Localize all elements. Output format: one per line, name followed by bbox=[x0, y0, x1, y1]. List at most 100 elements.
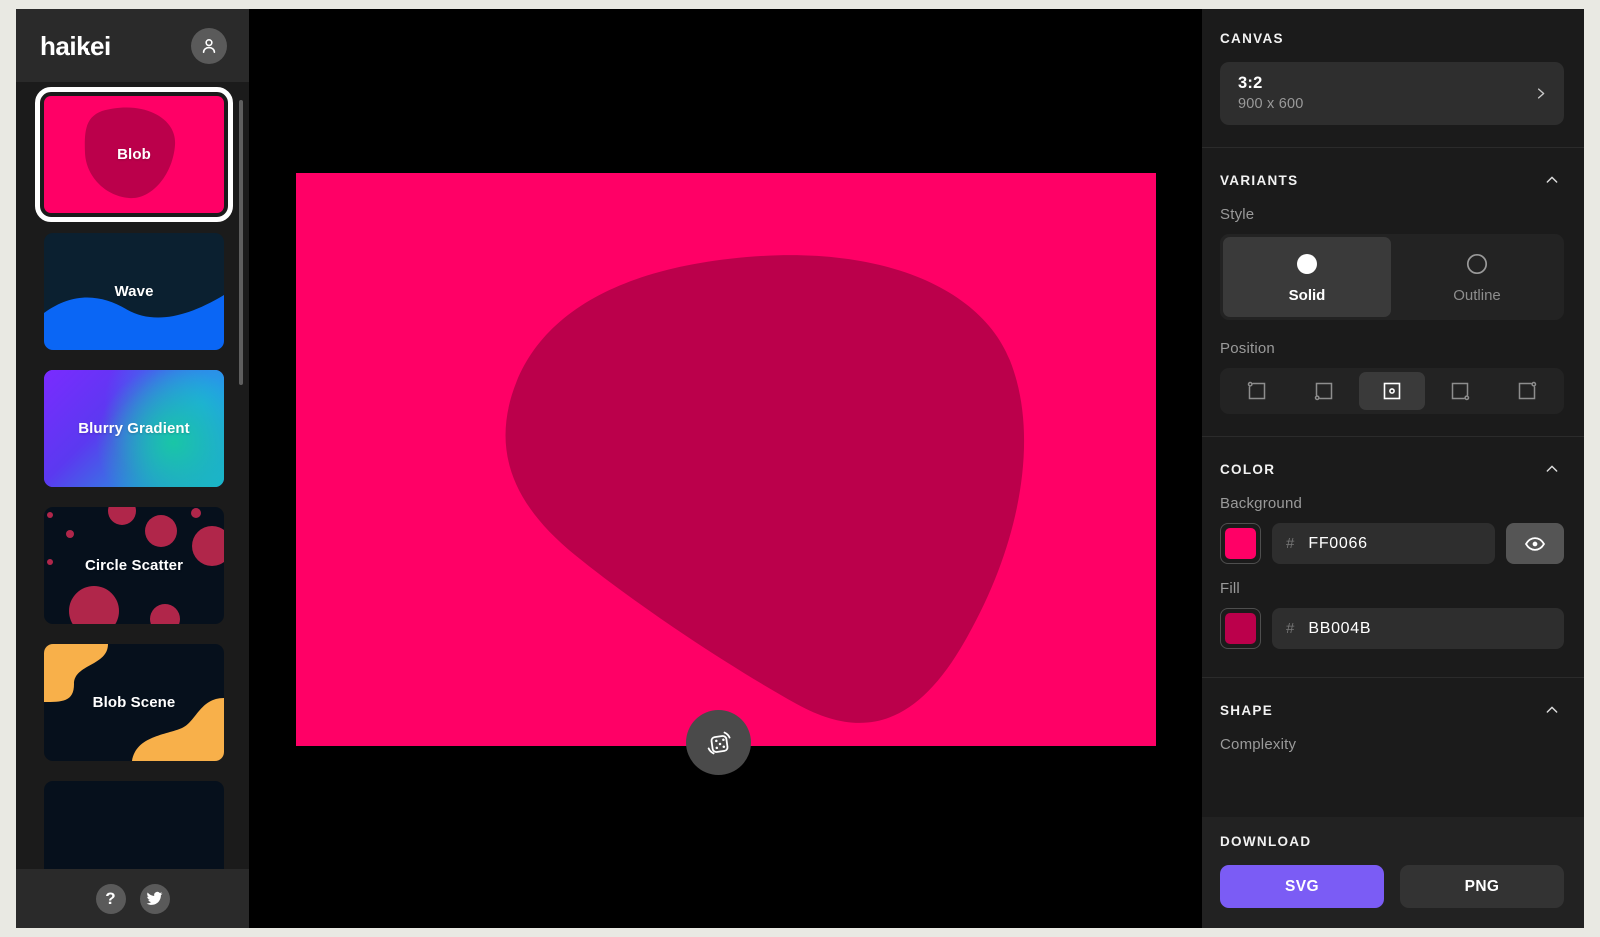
fill-color-label: Fill bbox=[1220, 580, 1564, 597]
sidebar-item-circle-scatter[interactable]: Circle Scatter bbox=[44, 507, 224, 624]
sidebar-item-wave[interactable]: Wave bbox=[44, 233, 224, 350]
chevron-up-icon bbox=[1544, 172, 1560, 188]
download-svg-button[interactable]: SVG bbox=[1220, 865, 1384, 908]
section-color: COLOR Background # FF0066 bbox=[1202, 437, 1584, 678]
shape-collapse-button[interactable] bbox=[1540, 700, 1564, 720]
avatar[interactable] bbox=[191, 28, 227, 64]
background-color-row: # FF0066 bbox=[1220, 523, 1564, 564]
background-color-label: Background bbox=[1220, 495, 1564, 512]
position-label: Position bbox=[1220, 340, 1564, 357]
canvas-ratio-selector[interactable]: 3:2 900 x 600 bbox=[1220, 62, 1564, 125]
section-title: SHAPE bbox=[1220, 703, 1273, 718]
background-swatch-fill bbox=[1225, 528, 1256, 559]
position-center-icon bbox=[1380, 379, 1404, 403]
section-title: CANVAS bbox=[1220, 31, 1284, 46]
position-top-right-icon bbox=[1515, 379, 1539, 403]
dice-randomize-icon bbox=[703, 727, 735, 759]
blob-preview-svg bbox=[296, 173, 1156, 746]
logo-i-dot bbox=[85, 48, 88, 54]
properties-scroll[interactable]: CANVAS 3:2 900 x 600 VARIANTS bbox=[1202, 9, 1584, 928]
randomize-button[interactable] bbox=[686, 710, 751, 775]
blob-thumbnail-art bbox=[44, 96, 224, 213]
chevron-up-icon bbox=[1544, 461, 1560, 477]
canvas-section-header: CANVAS bbox=[1220, 31, 1564, 46]
fill-hex-input[interactable]: # BB004B bbox=[1272, 608, 1564, 649]
fill-hex-value: BB004B bbox=[1308, 620, 1550, 638]
preview-canvas[interactable] bbox=[296, 173, 1156, 746]
section-shape: SHAPE Complexity bbox=[1202, 678, 1584, 786]
position-bottom-right-icon bbox=[1448, 379, 1472, 403]
position-option-center[interactable] bbox=[1359, 372, 1425, 410]
style-label: Style bbox=[1220, 206, 1564, 223]
user-avatar-icon bbox=[199, 36, 219, 56]
section-variants: VARIANTS Style Solid bbox=[1202, 148, 1584, 437]
download-title: DOWNLOAD bbox=[1220, 834, 1564, 849]
gradient-thumbnail-art bbox=[44, 370, 224, 487]
circle-scatter-thumbnail-art bbox=[44, 507, 224, 624]
position-option-bottom-right[interactable] bbox=[1427, 372, 1493, 410]
section-title: VARIANTS bbox=[1220, 173, 1298, 188]
chevron-up-icon bbox=[1544, 702, 1560, 718]
chevron-right-icon bbox=[1533, 86, 1548, 101]
sidebar-item-blurry-gradient[interactable]: Blurry Gradient bbox=[44, 370, 224, 487]
fill-swatch-fill bbox=[1225, 613, 1256, 644]
position-option-top-right[interactable] bbox=[1494, 372, 1560, 410]
preview-canvas-background bbox=[296, 173, 1156, 746]
sidebar-item-partial[interactable] bbox=[44, 781, 224, 869]
sidebar-item-blob-scene[interactable]: Blob Scene bbox=[44, 644, 224, 761]
color-section-header: COLOR bbox=[1220, 459, 1564, 479]
style-option-label: Solid bbox=[1289, 287, 1326, 304]
section-canvas: CANVAS 3:2 900 x 600 bbox=[1202, 9, 1584, 148]
properties-panel: CANVAS 3:2 900 x 600 VARIANTS bbox=[1202, 9, 1584, 928]
style-option-solid[interactable]: Solid bbox=[1223, 237, 1391, 317]
wave-thumbnail-art bbox=[44, 233, 224, 350]
style-toggle-group: Solid Outline bbox=[1220, 234, 1564, 320]
filled-circle-icon bbox=[1295, 252, 1319, 276]
help-button[interactable]: ? bbox=[96, 884, 126, 914]
sidebar-scrollbar-thumb[interactable] bbox=[239, 100, 243, 385]
style-option-outline[interactable]: Outline bbox=[1393, 237, 1561, 317]
template-list: Blob Wave Blurry Gradient bbox=[16, 96, 249, 869]
position-toggle-group bbox=[1220, 368, 1564, 414]
background-color-swatch[interactable] bbox=[1220, 523, 1261, 564]
background-hex-input[interactable]: # FF0066 bbox=[1272, 523, 1495, 564]
template-list-scroll[interactable]: Blob Wave Blurry Gradient bbox=[16, 82, 249, 869]
fill-color-swatch[interactable] bbox=[1220, 608, 1261, 649]
twitter-bird-icon bbox=[146, 890, 163, 907]
position-option-top-left[interactable] bbox=[1224, 372, 1290, 410]
outline-circle-icon bbox=[1465, 252, 1489, 276]
hash-symbol: # bbox=[1286, 620, 1294, 637]
sidebar-footer: ? bbox=[16, 869, 249, 928]
blob-scene-thumbnail-art bbox=[44, 644, 224, 761]
download-png-button[interactable]: PNG bbox=[1400, 865, 1564, 908]
canvas-dimensions-value: 900 x 600 bbox=[1238, 96, 1304, 112]
shape-section-header: SHAPE bbox=[1220, 700, 1564, 720]
complexity-label: Complexity bbox=[1220, 736, 1564, 753]
position-top-left-icon bbox=[1245, 379, 1269, 403]
question-mark-icon: ? bbox=[105, 889, 115, 909]
background-visibility-button[interactable] bbox=[1506, 523, 1564, 564]
style-option-label: Outline bbox=[1453, 287, 1501, 304]
variants-section-header: VARIANTS bbox=[1220, 170, 1564, 190]
download-bar: DOWNLOAD SVG PNG bbox=[1202, 817, 1584, 928]
position-option-bottom-left[interactable] bbox=[1292, 372, 1358, 410]
variants-collapse-button[interactable] bbox=[1540, 170, 1564, 190]
app-window: haikei Blob bbox=[16, 9, 1584, 928]
background-hex-value: FF0066 bbox=[1308, 535, 1481, 553]
color-collapse-button[interactable] bbox=[1540, 459, 1564, 479]
position-bottom-left-icon bbox=[1312, 379, 1336, 403]
sidebar-scrollbar-track[interactable] bbox=[239, 100, 243, 859]
left-sidebar: haikei Blob bbox=[16, 9, 249, 928]
section-title: COLOR bbox=[1220, 462, 1275, 477]
download-buttons: SVG PNG bbox=[1220, 865, 1564, 908]
canvas-stage bbox=[249, 9, 1202, 928]
canvas-ratio-value: 3:2 bbox=[1238, 74, 1304, 93]
sidebar-item-blob[interactable]: Blob bbox=[44, 96, 224, 213]
twitter-button[interactable] bbox=[140, 884, 170, 914]
app-logo[interactable]: haikei bbox=[40, 33, 111, 59]
fill-color-row: # BB004B bbox=[1220, 608, 1564, 649]
eye-icon bbox=[1524, 533, 1546, 555]
hash-symbol: # bbox=[1286, 535, 1294, 552]
brand-bar: haikei bbox=[16, 9, 249, 82]
app-logo-text: haikei bbox=[40, 31, 111, 61]
